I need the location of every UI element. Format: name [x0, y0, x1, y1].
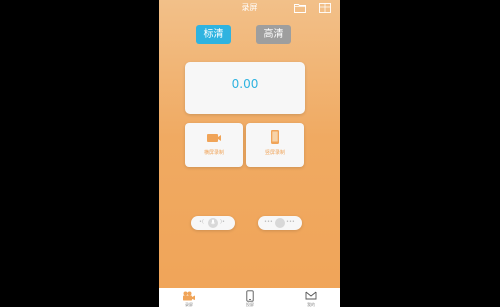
bottom-nav: 录屏 投屏 我的 [159, 288, 340, 307]
phone-screen: 录屏 标清 高清 0.00 横屏录制 竖屏录制 •( )• ••• ••• 录屏… [159, 0, 340, 307]
page-title: 录屏 [241, 3, 258, 12]
video-camera-icon [183, 291, 195, 301]
microphone-toggle[interactable]: •( )• [191, 216, 235, 230]
portrait-record-label: 竖屏录制 [264, 150, 285, 156]
nav-label-mine: 我的 [307, 302, 315, 307]
nav-label-record: 录屏 [185, 302, 193, 307]
dots-toggle[interactable]: ••• ••• [258, 216, 302, 230]
dots-icon: ••• [264, 219, 273, 225]
landscape-record-button[interactable]: 横屏录制 [185, 123, 243, 167]
nav-item-mine[interactable]: 我的 [296, 289, 326, 307]
landscape-record-label: 横屏录制 [203, 150, 224, 156]
nav-item-record[interactable]: 录屏 [174, 289, 204, 307]
tab-hd-quality[interactable]: 高清 [256, 25, 291, 44]
toggle-knob [275, 218, 285, 228]
tab-standard-quality[interactable]: 标清 [196, 25, 231, 44]
phone-icon [246, 290, 254, 302]
timer-card: 0.00 [185, 62, 305, 114]
nav-item-cast[interactable]: 投屏 [235, 289, 265, 307]
nav-label-cast: 投屏 [246, 302, 254, 307]
envelope-icon [305, 291, 317, 300]
portrait-phone-icon [271, 130, 279, 144]
box-icon[interactable] [319, 3, 331, 13]
portrait-record-button[interactable]: 竖屏录制 [246, 123, 304, 167]
landscape-video-icon [207, 134, 221, 142]
folder-icon[interactable] [294, 3, 306, 13]
microphone-icon [210, 219, 216, 225]
timer-value: 0.00 [231, 77, 259, 91]
